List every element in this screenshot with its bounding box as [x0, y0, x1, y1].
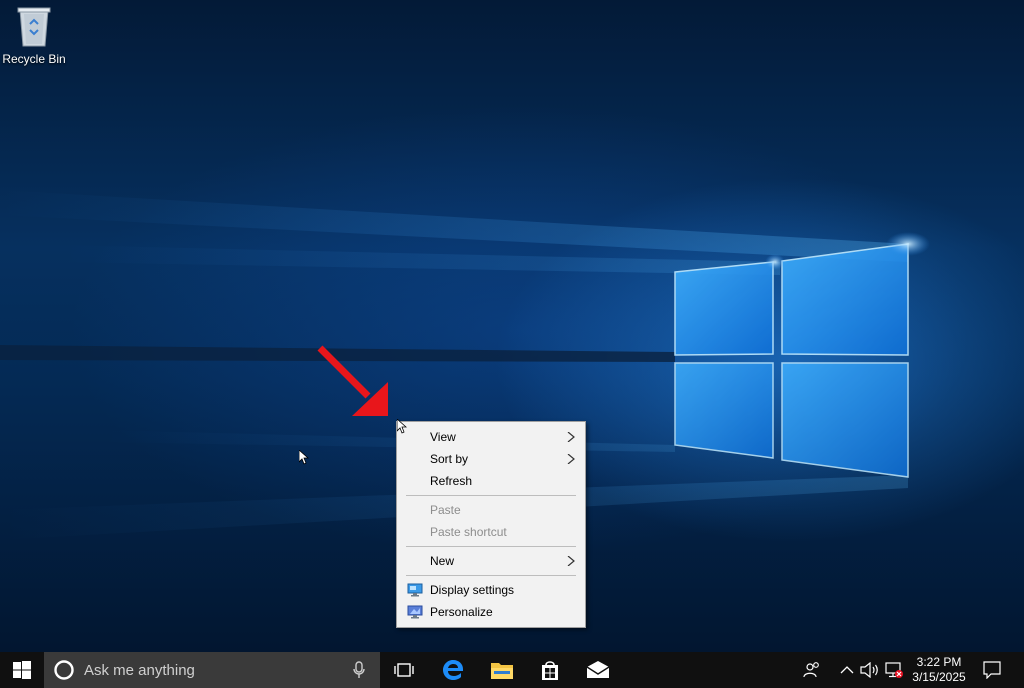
desktop-context-menu: View Sort by Refresh Paste Paste shortcu… [396, 421, 586, 628]
search-placeholder: Ask me anything [84, 661, 195, 679]
clock-time: 3:22 PM [916, 655, 962, 669]
clock[interactable]: 3:22 PM 3/15/2025 [904, 655, 974, 685]
desktop-icon-recycle-bin[interactable]: Recycle Bin [2, 4, 66, 70]
network-button[interactable] [884, 660, 904, 680]
clock-date: 3/15/2025 [912, 670, 966, 684]
menu-item-label: Paste [430, 503, 461, 517]
store-button[interactable] [526, 652, 574, 688]
chevron-right-icon [567, 556, 575, 566]
file-explorer-button[interactable] [478, 652, 526, 688]
menu-item-refresh[interactable]: Refresh [397, 470, 585, 492]
taskbar: Ask me anything 3:22 PM 3/15/2025 [0, 652, 1024, 688]
chevron-right-icon [567, 432, 575, 442]
menu-separator [406, 495, 576, 496]
menu-item-label: View [430, 430, 456, 444]
store-icon [542, 661, 558, 680]
menu-item-view[interactable]: View [397, 426, 585, 448]
menu-item-personalize[interactable]: Personalize [397, 601, 585, 623]
task-view-button[interactable] [380, 652, 428, 688]
file-explorer-icon [491, 663, 513, 679]
cortana-icon [54, 660, 74, 680]
action-center-icon [983, 661, 1001, 679]
menu-separator [406, 575, 576, 576]
network-disconnected-icon [885, 662, 903, 678]
personalize-icon [407, 605, 423, 619]
menu-item-label: Refresh [430, 474, 473, 488]
menu-item-sort-by[interactable]: Sort by [397, 448, 585, 470]
start-button[interactable] [0, 652, 44, 688]
menu-item-paste: Paste [397, 499, 585, 521]
menu-item-label: Sort by [430, 452, 469, 466]
volume-icon [860, 662, 878, 678]
menu-item-paste-shortcut: Paste shortcut [397, 521, 585, 543]
show-hidden-icons-button[interactable] [837, 660, 857, 680]
microphone-icon[interactable] [352, 661, 366, 679]
menu-item-label: Display settings [430, 583, 515, 597]
recycle-bin-icon [17, 7, 51, 47]
display-settings-icon [407, 583, 423, 597]
menu-item-label: New [430, 554, 455, 568]
menu-separator [406, 546, 576, 547]
mouse-pointer-icon [299, 450, 309, 465]
chevron-right-icon [567, 454, 575, 464]
mail-icon [586, 661, 610, 678]
menu-item-label: Paste shortcut [430, 525, 507, 539]
edge-icon [443, 660, 463, 680]
menu-item-display-settings[interactable]: Display settings [397, 579, 585, 601]
action-center-button[interactable] [982, 660, 1002, 680]
volume-button[interactable] [860, 660, 880, 680]
annotation-arrow-icon [317, 345, 388, 416]
search-box[interactable]: Ask me anything [44, 652, 380, 688]
edge-button[interactable] [429, 652, 477, 688]
desktop-icon-label: Recycle Bin [2, 52, 66, 66]
people-icon [803, 662, 819, 678]
windows-logo-icon [13, 661, 31, 679]
people-button[interactable] [802, 660, 822, 680]
mail-button[interactable] [574, 652, 622, 688]
chevron-up-icon [840, 666, 854, 674]
menu-item-new[interactable]: New [397, 550, 585, 572]
mouse-cursor-icon [397, 419, 407, 434]
task-view-icon [394, 663, 414, 677]
menu-item-label: Personalize [430, 605, 493, 619]
